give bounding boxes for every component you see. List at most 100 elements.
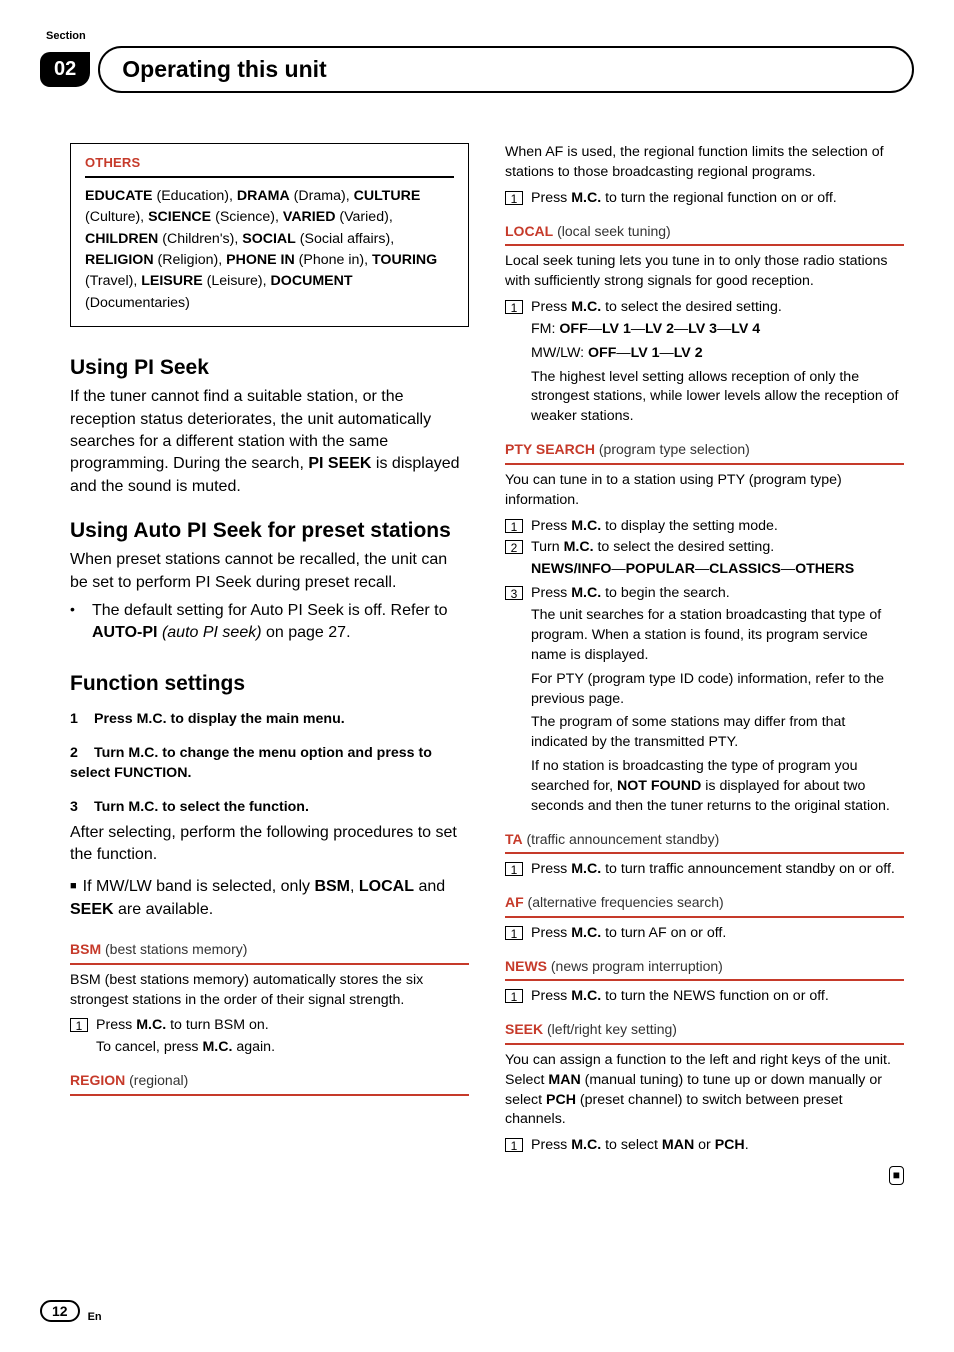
local-desc: (local seek tuning) bbox=[553, 223, 671, 239]
news-desc: (news program interruption) bbox=[547, 958, 723, 974]
end-mark: ■ bbox=[505, 1164, 904, 1186]
ta-step-text: Press M.C. to turn traffic announcement … bbox=[531, 860, 904, 880]
local-note: The highest level setting allows recepti… bbox=[505, 368, 904, 428]
page-footer: 12 En bbox=[40, 1300, 102, 1322]
bullet-icon: • bbox=[70, 600, 92, 645]
step-box-icon: 1 bbox=[505, 926, 523, 940]
pty-name: PTY SEARCH bbox=[505, 441, 595, 457]
page-title: Operating this unit bbox=[98, 46, 914, 93]
pty-step-1-text: Press M.C. to display the setting mode. bbox=[531, 517, 904, 537]
others-heading: OTHERS bbox=[85, 154, 454, 178]
seek-desc: (left/right key setting) bbox=[543, 1021, 677, 1037]
pty-note-d: If no station is broadcasting the type o… bbox=[505, 757, 904, 817]
others-body: EDUCATE (Education), DRAMA (Drama), CULT… bbox=[85, 186, 454, 314]
news-header: NEWS (news program interruption) bbox=[505, 954, 904, 982]
left-column: OTHERS EDUCATE (Education), DRAMA (Drama… bbox=[70, 143, 469, 1187]
bsm-body: BSM (best stations memory) automatically… bbox=[70, 971, 469, 1011]
auto-pi-paragraph: When preset stations cannot be recalled,… bbox=[70, 549, 469, 594]
pty-note-a: The unit searches for a station broadcas… bbox=[505, 606, 904, 666]
pi-seek-heading: Using PI Seek bbox=[70, 355, 469, 380]
af-step-text: Press M.C. to turn AF on or off. bbox=[531, 924, 904, 944]
fm-line: FM: OFF—LV 1—LV 2—LV 3—LV 4 bbox=[505, 320, 904, 340]
af-header: AF (alternative frequencies search) bbox=[505, 890, 904, 918]
region-header: REGION (regional) bbox=[70, 1068, 469, 1096]
pty-step-2-text: Turn M.C. to select the desired setting. bbox=[531, 538, 904, 558]
section-number: 02 bbox=[40, 52, 90, 87]
bsm-desc: (best stations memory) bbox=[101, 941, 247, 957]
region-step-text: Press M.C. to turn the regional function… bbox=[531, 189, 904, 209]
af-desc: (alternative frequencies search) bbox=[524, 894, 724, 910]
ta-header: TA (traffic announcement standby) bbox=[505, 827, 904, 855]
stop-icon: ■ bbox=[889, 1166, 904, 1185]
ta-name: TA bbox=[505, 831, 523, 847]
pty-desc: (program type selection) bbox=[595, 441, 750, 457]
page-number: 12 bbox=[40, 1300, 80, 1322]
seek-body: You can assign a function to the left an… bbox=[505, 1051, 904, 1131]
step-box-icon: 1 bbox=[505, 300, 523, 314]
auto-pi-bullet-text: The default setting for Auto PI Seek is … bbox=[92, 600, 469, 645]
local-header: LOCAL (local seek tuning) bbox=[505, 219, 904, 247]
news-step-1: 1 Press M.C. to turn the NEWS function o… bbox=[505, 987, 904, 1007]
step-box-icon: 3 bbox=[505, 586, 523, 600]
after-select-paragraph: After selecting, perform the following p… bbox=[70, 822, 469, 867]
language-code: En bbox=[88, 1311, 102, 1323]
af-step-1: 1 Press M.C. to turn AF on or off. bbox=[505, 924, 904, 944]
content-area: OTHERS EDUCATE (Education), DRAMA (Drama… bbox=[0, 93, 954, 1187]
step-2-text: Turn M.C. to change the menu option and … bbox=[70, 745, 432, 781]
step-3: 3Turn M.C. to select the function. bbox=[70, 798, 469, 818]
note-square-icon: ■ bbox=[70, 879, 77, 894]
step-box-icon: 1 bbox=[505, 191, 523, 205]
news-name: NEWS bbox=[505, 958, 547, 974]
bsm-step-1: 1 Press M.C. to turn BSM on. bbox=[70, 1016, 469, 1036]
right-column: When AF is used, the regional function l… bbox=[505, 143, 904, 1187]
mw-line: MW/LW: OFF—LV 1—LV 2 bbox=[505, 344, 904, 364]
pty-header: PTY SEARCH (program type selection) bbox=[505, 437, 904, 465]
seek-name: SEEK bbox=[505, 1021, 543, 1037]
step-box-icon: 1 bbox=[505, 1138, 523, 1152]
af-intro: When AF is used, the regional function l… bbox=[505, 143, 904, 183]
bsm-header: BSM (best stations memory) bbox=[70, 937, 469, 965]
step-box-icon: 1 bbox=[505, 862, 523, 876]
step-box-icon: 2 bbox=[505, 540, 523, 554]
bsm-step-text: Press M.C. to turn BSM on. bbox=[96, 1016, 469, 1036]
pty-body: You can tune in to a station using PTY (… bbox=[505, 471, 904, 511]
step-3-text: Turn M.C. to select the function. bbox=[94, 799, 309, 815]
seek-step-text: Press M.C. to select MAN or PCH. bbox=[531, 1136, 904, 1156]
news-step-text: Press M.C. to turn the NEWS function on … bbox=[531, 987, 904, 1007]
section-label: Section bbox=[46, 30, 914, 42]
step-box-icon: 1 bbox=[70, 1018, 88, 1032]
others-box: OTHERS EDUCATE (Education), DRAMA (Drama… bbox=[70, 143, 469, 327]
ta-step-1: 1 Press M.C. to turn traffic announcemen… bbox=[505, 860, 904, 880]
bsm-name: BSM bbox=[70, 941, 101, 957]
seek-header: SEEK (left/right key setting) bbox=[505, 1017, 904, 1045]
pty-note-c: The program of some stations may differ … bbox=[505, 713, 904, 753]
bsm-cancel: To cancel, press M.C. again. bbox=[70, 1038, 469, 1058]
seek-step-1: 1 Press M.C. to select MAN or PCH. bbox=[505, 1136, 904, 1156]
step-2: 2Turn M.C. to change the menu option and… bbox=[70, 744, 469, 784]
region-desc: (regional) bbox=[125, 1072, 188, 1088]
step-box-icon: 1 bbox=[505, 989, 523, 1003]
region-step-1: 1 Press M.C. to turn the regional functi… bbox=[505, 189, 904, 209]
pty-options: NEWS/INFO—POPULAR—CLASSICS—OTHERS bbox=[505, 560, 904, 580]
pi-seek-paragraph: If the tuner cannot find a suitable stat… bbox=[70, 386, 469, 498]
pty-step-1: 1 Press M.C. to display the setting mode… bbox=[505, 517, 904, 537]
ta-desc: (traffic announcement standby) bbox=[523, 831, 720, 847]
auto-pi-bullet: • The default setting for Auto PI Seek i… bbox=[70, 600, 469, 645]
step-box-icon: 1 bbox=[505, 519, 523, 533]
header-bar: 02 Operating this unit bbox=[40, 46, 914, 93]
af-name: AF bbox=[505, 894, 524, 910]
local-name: LOCAL bbox=[505, 223, 553, 239]
pty-note-b: For PTY (program type ID code) informati… bbox=[505, 670, 904, 710]
pty-step-2: 2 Turn M.C. to select the desired settin… bbox=[505, 538, 904, 558]
mwlw-note: ■If MW/LW band is selected, only BSM, LO… bbox=[70, 876, 469, 921]
page-header: Section 02 Operating this unit bbox=[0, 0, 954, 93]
mwlw-note-text: If MW/LW band is selected, only BSM, LOC… bbox=[70, 878, 445, 917]
local-step-1: 1 Press M.C. to select the desired setti… bbox=[505, 298, 904, 318]
auto-pi-heading: Using Auto PI Seek for preset stations bbox=[70, 518, 469, 543]
step-1-text: Press M.C. to display the main menu. bbox=[94, 711, 345, 727]
pty-step-3: 3 Press M.C. to begin the search. bbox=[505, 584, 904, 604]
pty-step-3-text: Press M.C. to begin the search. bbox=[531, 584, 904, 604]
region-name: REGION bbox=[70, 1072, 125, 1088]
step-1: 1Press M.C. to display the main menu. bbox=[70, 710, 469, 730]
function-settings-heading: Function settings bbox=[70, 671, 469, 696]
